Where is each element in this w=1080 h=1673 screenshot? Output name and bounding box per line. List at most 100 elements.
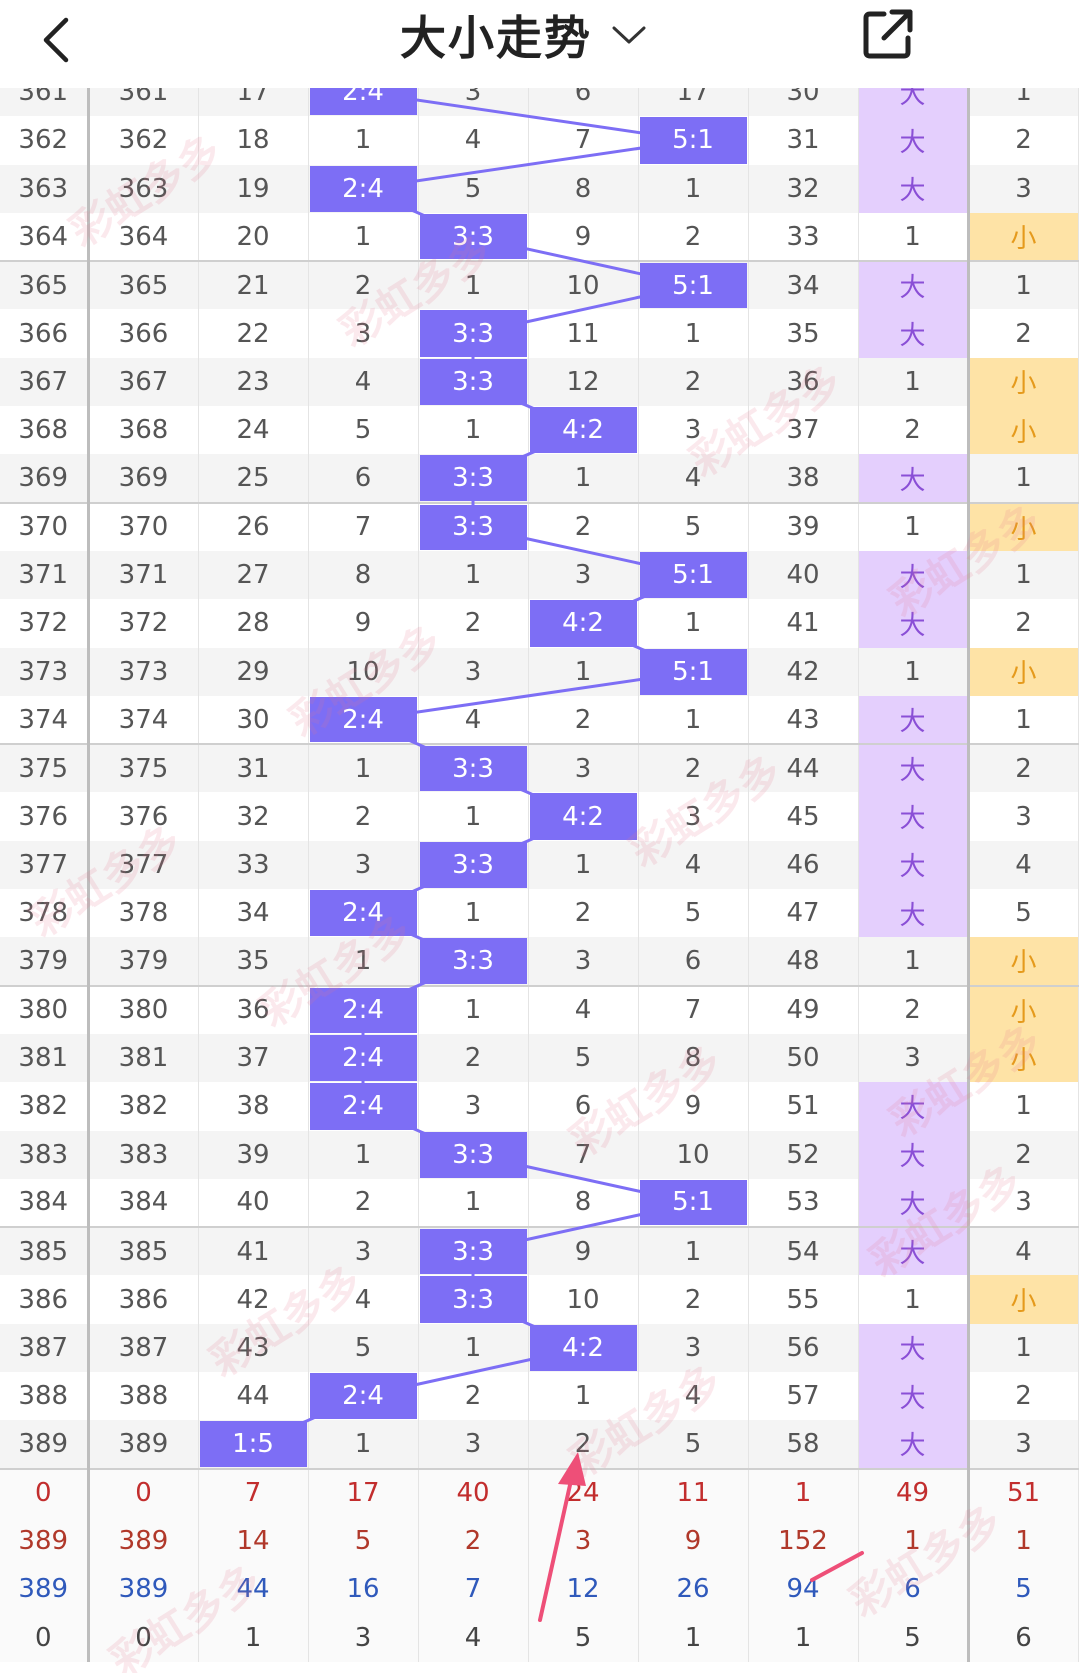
cell-value: 1 bbox=[574, 849, 592, 880]
cell-value: 3 bbox=[1015, 1428, 1032, 1459]
back-arrow-icon[interactable] bbox=[36, 8, 84, 72]
cell-value: 12 bbox=[566, 366, 600, 397]
cell-value: 389 bbox=[118, 1428, 169, 1459]
table-cell: 1 bbox=[418, 985, 529, 1034]
table-cell: 385 bbox=[0, 1227, 90, 1276]
stats-cell: 17 bbox=[308, 1468, 419, 1517]
stats-row: 0 0 7 17 40 24 11 1 49 51 bbox=[0, 1468, 1079, 1517]
cell-value: 371 bbox=[18, 560, 69, 591]
cell-value: 1 bbox=[904, 366, 921, 397]
table-cell: 1 bbox=[308, 212, 419, 263]
table-cell: 2 bbox=[308, 261, 419, 310]
table-row: 373 373 29 10 3 1 5:1 42 1 小 bbox=[0, 647, 1079, 696]
table-cell: 389 bbox=[88, 1420, 199, 1470]
table-cell: 3 bbox=[968, 1420, 1079, 1470]
cell-value: 大 bbox=[899, 1239, 926, 1270]
table-cell: 4:2 bbox=[528, 792, 639, 841]
chart-type-selector[interactable]: 大小走势 bbox=[400, 0, 648, 70]
cell-value: 大 bbox=[899, 1142, 926, 1173]
table-cell: 7 bbox=[528, 1130, 639, 1179]
cell-value: 1 bbox=[464, 898, 482, 929]
top-bar: 大小走势 bbox=[0, 0, 1080, 88]
cell-value: 366 bbox=[118, 318, 169, 349]
table-cell: 2 bbox=[308, 1178, 419, 1229]
cell-value: 1 bbox=[1015, 463, 1032, 494]
ratio-highlight: 3:3 bbox=[419, 1131, 527, 1178]
table-cell: 1 bbox=[638, 695, 749, 746]
cell-value: 365 bbox=[18, 270, 69, 301]
table-cell: 365 bbox=[0, 261, 90, 310]
cell-value: 52 bbox=[786, 1139, 820, 1170]
table-cell: 4 bbox=[638, 840, 749, 890]
table-cell: 387 bbox=[88, 1323, 199, 1373]
table-row: 361 361 17 2:4 3 6 17 30 大 1 bbox=[0, 88, 1079, 117]
table-cell: 2:4 bbox=[308, 1033, 419, 1083]
table-cell: 18 bbox=[198, 116, 309, 165]
cell-value: 51 bbox=[786, 1091, 820, 1122]
cell-value: 3 bbox=[464, 1428, 482, 1459]
table-cell: 383 bbox=[0, 1130, 90, 1179]
table-cell: 365 bbox=[88, 261, 199, 310]
cell-value: 49 bbox=[786, 995, 820, 1026]
cell-value: 4 bbox=[684, 849, 702, 880]
table-cell: 373 bbox=[0, 647, 90, 696]
cell-value: 384 bbox=[118, 1187, 169, 1218]
cell-value: 小 bbox=[1010, 997, 1037, 1028]
table-cell: 4 bbox=[418, 695, 529, 746]
table-cell: 9 bbox=[528, 1227, 639, 1276]
stats-cell: 9 bbox=[638, 1516, 749, 1566]
table-cell: 2 bbox=[528, 889, 639, 938]
table-cell: 8 bbox=[528, 164, 639, 213]
cell-value: 33 bbox=[236, 849, 270, 880]
table-cell: 3 bbox=[858, 1033, 970, 1083]
table-cell: 大 bbox=[858, 695, 970, 746]
table-cell: 383 bbox=[88, 1130, 199, 1179]
stats-cell: 5 bbox=[528, 1613, 639, 1662]
table-cell: 10 bbox=[638, 1130, 749, 1179]
stats-cell: 49 bbox=[858, 1468, 970, 1517]
trend-table-area[interactable]: 361 361 17 2:4 3 6 17 30 大 1 362 362 18 1 4 7 5:1 31 大 2 363… bbox=[0, 88, 1080, 1673]
stats-value: 16 bbox=[346, 1574, 380, 1605]
table-cell: 381 bbox=[88, 1033, 199, 1083]
cell-value: 29 bbox=[236, 656, 270, 687]
table-cell: 367 bbox=[88, 357, 199, 407]
cell-value: 55 bbox=[786, 1284, 820, 1315]
table-cell: 48 bbox=[748, 937, 859, 987]
table-cell: 3:3 bbox=[418, 309, 529, 358]
table-cell: 2:4 bbox=[308, 88, 419, 117]
table-cell: 11 bbox=[528, 309, 639, 358]
table-cell: 大 bbox=[858, 1178, 970, 1229]
cell-value: 小 bbox=[1010, 1287, 1037, 1318]
table-cell: 4 bbox=[528, 985, 639, 1034]
cell-value: 10 bbox=[676, 1139, 710, 1170]
cell-value: 小 bbox=[1010, 224, 1037, 255]
cell-value: 2 bbox=[574, 898, 592, 929]
share-external-icon[interactable] bbox=[858, 4, 918, 64]
table-cell: 19 bbox=[198, 164, 309, 213]
table-cell: 小 bbox=[968, 1033, 1079, 1083]
ratio-highlight: 2:4 bbox=[309, 696, 417, 743]
table-cell: 2 bbox=[638, 357, 749, 407]
table-cell: 大 bbox=[858, 1082, 970, 1131]
cell-value: 7 bbox=[574, 1139, 592, 1170]
ratio-highlight: 2:4 bbox=[309, 890, 417, 937]
table-cell: 小 bbox=[968, 212, 1079, 263]
table-cell: 3 bbox=[968, 164, 1079, 213]
stats-value: 6 bbox=[1015, 1622, 1032, 1653]
table-row: 362 362 18 1 4 7 5:1 31 大 2 bbox=[0, 116, 1079, 165]
table-cell: 379 bbox=[88, 937, 199, 987]
table-cell: 361 bbox=[88, 88, 199, 117]
table-cell: 6 bbox=[308, 454, 419, 504]
cell-value: 19 bbox=[236, 173, 270, 204]
cell-value: 20 bbox=[236, 221, 270, 252]
stats-cell: 1 bbox=[858, 1516, 970, 1566]
table-row: 372 372 28 9 2 4:2 1 41 大 2 bbox=[0, 599, 1079, 648]
table-cell: 4 bbox=[968, 840, 1079, 890]
table-cell: 3 bbox=[638, 406, 749, 455]
table-cell: 371 bbox=[88, 550, 199, 600]
cell-value: 40 bbox=[786, 560, 820, 591]
chevron-down-icon bbox=[612, 26, 646, 44]
cell-value: 小 bbox=[1010, 659, 1037, 690]
table-cell: 373 bbox=[88, 647, 199, 696]
ratio-highlight: 2:4 bbox=[309, 1373, 417, 1420]
